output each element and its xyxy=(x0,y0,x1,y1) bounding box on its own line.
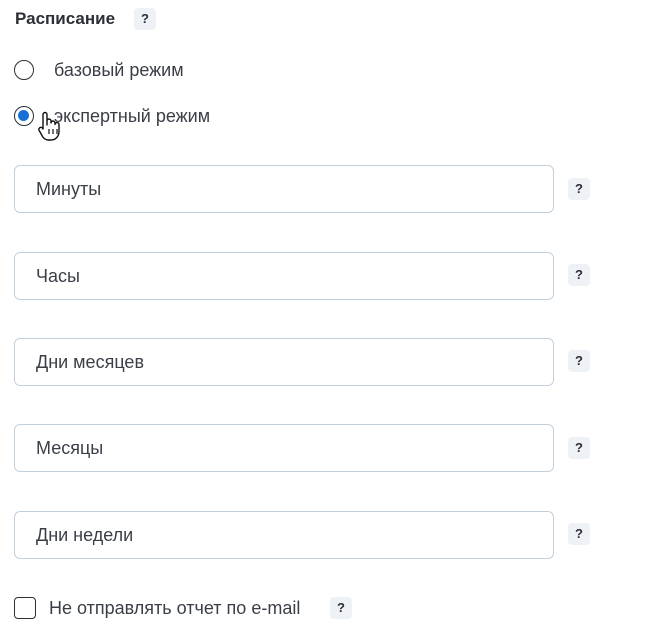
schedule-title: Расписание xyxy=(15,9,116,28)
schedule-help-button[interactable]: ? xyxy=(134,8,156,30)
hours-help-button[interactable]: ? xyxy=(568,264,590,286)
minutes-field[interactable]: Минуты xyxy=(14,165,554,213)
radio-expert-mode-control[interactable] xyxy=(5,95,49,139)
weekdays-field[interactable]: Дни недели xyxy=(14,511,554,559)
month-days-help-button[interactable]: ? xyxy=(568,350,590,372)
radio-basic-mode-label[interactable]: базовый режим xyxy=(54,60,184,81)
months-field[interactable]: Месяцы xyxy=(14,424,554,472)
email-opt-out-checkbox[interactable] xyxy=(14,597,36,619)
months-help-button[interactable]: ? xyxy=(568,437,590,459)
weekdays-help-button[interactable]: ? xyxy=(568,523,590,545)
email-opt-out-help-button[interactable]: ? xyxy=(330,597,352,619)
radio-expert-mode[interactable]: экспертный режим xyxy=(5,95,210,139)
hours-field[interactable]: Часы xyxy=(14,252,554,300)
month-days-field[interactable]: Дни месяцев xyxy=(14,338,554,386)
radio-expert-mode-label[interactable]: экспертный режим xyxy=(54,106,210,127)
minutes-help-button[interactable]: ? xyxy=(568,178,590,200)
email-opt-out-option[interactable]: Не отправлять отчет по e-mail xyxy=(14,596,300,620)
radio-basic-mode[interactable]: базовый режим xyxy=(14,58,184,82)
email-opt-out-label[interactable]: Не отправлять отчет по e-mail xyxy=(49,598,300,619)
hand-pointer-cursor-icon xyxy=(38,111,60,141)
radio-basic-mode-control[interactable] xyxy=(14,60,34,80)
